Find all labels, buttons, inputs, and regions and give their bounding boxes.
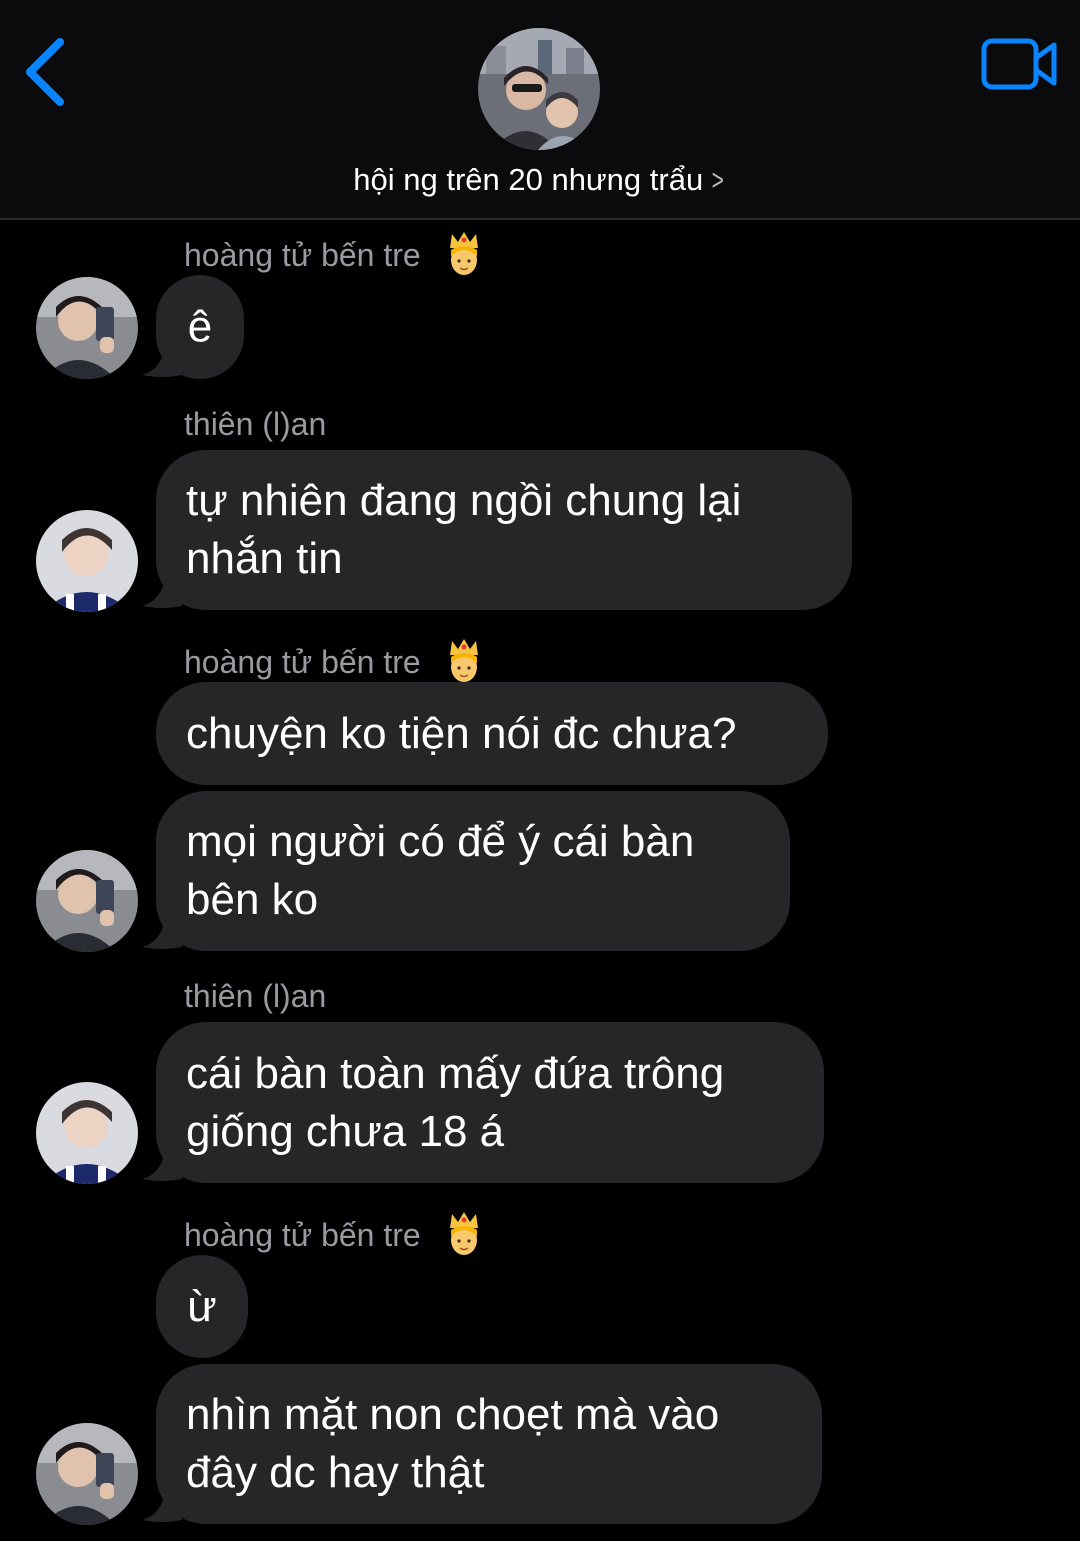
sender-name: hoàng tử bến tre bbox=[184, 230, 484, 278]
conversation-title-text: hội ng trên 20 nhưng trẩu bbox=[353, 162, 704, 197]
group-avatar[interactable] bbox=[478, 28, 600, 150]
video-call-button[interactable] bbox=[978, 34, 1062, 94]
message-bubble[interactable]: mọi người có để ý cái bàn bên ko bbox=[156, 791, 790, 951]
sender-avatar[interactable] bbox=[36, 277, 138, 379]
prince-emoji-icon bbox=[449, 1212, 478, 1255]
sender-avatar[interactable] bbox=[36, 510, 138, 612]
sender-name: thiên (l)an bbox=[184, 406, 327, 442]
bubble-tail bbox=[142, 339, 182, 377]
message-bubble[interactable]: cái bàn toàn mấy đứa trông giống chưa 18… bbox=[156, 1022, 824, 1183]
sender-name: thiên (l)an bbox=[184, 978, 327, 1014]
message-bubble[interactable]: ừ bbox=[156, 1255, 248, 1358]
chevron-left-icon bbox=[26, 38, 64, 106]
chevron-right-icon: > bbox=[711, 164, 725, 197]
message-bubble[interactable]: tự nhiên đang ngồi chung lại nhắn tin bbox=[156, 450, 852, 610]
bubble-tail bbox=[142, 570, 182, 608]
bubble-tail bbox=[142, 1143, 182, 1181]
prince-emoji-icon bbox=[449, 232, 478, 275]
video-camera-icon bbox=[981, 38, 1057, 90]
message-bubble[interactable]: nhìn mặt non choẹt mà vào đây dc hay thậ… bbox=[156, 1364, 822, 1524]
message-list[interactable]: hoàng tử bến tre ê thiên (l)an tự nhiên … bbox=[0, 220, 1080, 1541]
sender-avatar[interactable] bbox=[36, 850, 138, 952]
sender-avatar[interactable] bbox=[36, 1082, 138, 1184]
sender-name: hoàng tử bến tre bbox=[184, 1210, 484, 1258]
chat-header: hội ng trên 20 nhưng trẩu > bbox=[0, 0, 1080, 220]
back-button[interactable] bbox=[18, 30, 78, 114]
sender-name: hoàng tử bến tre bbox=[184, 637, 484, 685]
bubble-tail bbox=[142, 911, 182, 949]
prince-emoji-icon bbox=[449, 639, 478, 682]
message-bubble[interactable]: chuyện ko tiện nói đc chưa? bbox=[156, 682, 828, 785]
conversation-title[interactable]: hội ng trên 20 nhưng trẩu > bbox=[0, 162, 1080, 198]
sender-avatar[interactable] bbox=[36, 1423, 138, 1525]
bubble-tail bbox=[142, 1484, 182, 1522]
